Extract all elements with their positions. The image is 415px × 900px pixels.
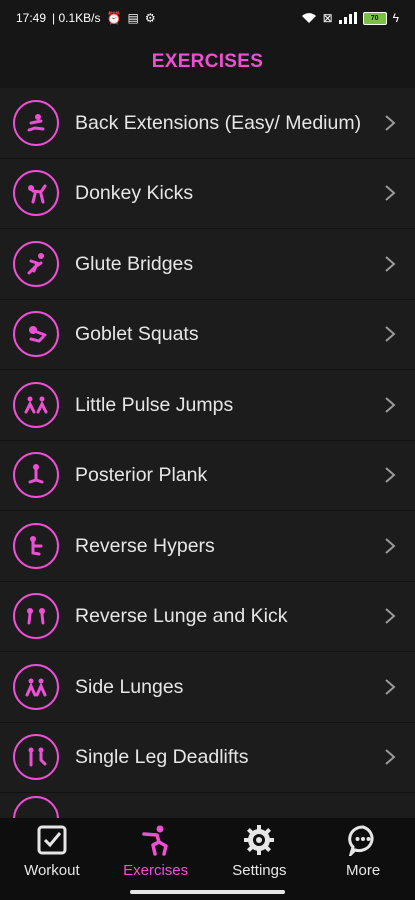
chevron-right-icon bbox=[383, 747, 397, 767]
chevron-right-icon bbox=[383, 324, 397, 344]
app-header: EXERCISES bbox=[0, 36, 415, 88]
chevron-right-icon bbox=[383, 113, 397, 133]
back-extension-figure-icon bbox=[13, 99, 59, 146]
settings-status-icon: ⚙ bbox=[144, 11, 156, 25]
exercise-row[interactable]: Goblet Squats bbox=[0, 299, 415, 370]
chevron-right-icon bbox=[383, 395, 397, 415]
exercise-label: Reverse Lunge and Kick bbox=[75, 605, 288, 628]
exercise-row[interactable]: Posterior Plank bbox=[0, 440, 415, 511]
goblet-squat-figure-icon bbox=[13, 311, 59, 358]
chevron-right-icon bbox=[383, 254, 397, 274]
reverse-hyper-figure-icon bbox=[13, 522, 59, 569]
nav-workout[interactable]: Workout bbox=[0, 818, 104, 884]
status-time: 17:49 bbox=[16, 11, 47, 25]
nav-exercises[interactable]: Exercises bbox=[104, 818, 208, 884]
nav-exercises-label: Exercises bbox=[123, 861, 189, 879]
chevron-right-icon bbox=[383, 465, 397, 485]
message-icon: ▤ bbox=[127, 11, 139, 25]
exercise-label: Back Extensions (Easy/ Medium) bbox=[75, 111, 362, 134]
single-leg-deadlift-figure-icon bbox=[13, 734, 59, 781]
exercise-label: Reverse Hypers bbox=[75, 534, 215, 557]
nav-workout-label: Workout bbox=[24, 861, 80, 879]
exercise-row[interactable]: Reverse Lunge and Kick bbox=[0, 581, 415, 652]
posterior-plank-figure-icon bbox=[13, 452, 59, 499]
bottom-nav: Workout Exercises Settings More bbox=[0, 818, 415, 884]
no-sim-icon: ⊠ bbox=[322, 11, 333, 25]
nav-settings[interactable]: Settings bbox=[208, 818, 312, 884]
nav-settings-label: Settings bbox=[232, 861, 287, 879]
exercise-row[interactable]: Glute Bridges bbox=[0, 229, 415, 300]
battery-icon: 70 bbox=[362, 11, 387, 25]
exercise-row[interactable]: Side Lunges bbox=[0, 652, 415, 723]
chevron-right-icon bbox=[383, 183, 397, 203]
exercise-row[interactable]: Reverse Hypers bbox=[0, 511, 415, 582]
exercise-label: Posterior Plank bbox=[75, 464, 208, 487]
status-right: ⊠ 70 ϟ bbox=[301, 11, 399, 25]
gear-icon bbox=[244, 824, 275, 855]
exercise-list[interactable]: Back Extensions (Easy/ Medium) Donkey Kic… bbox=[0, 88, 415, 818]
exercise-row-partial[interactable] bbox=[0, 793, 415, 818]
exercise-thumbnail-icon bbox=[13, 796, 59, 818]
home-indicator[interactable] bbox=[130, 890, 285, 894]
nav-more[interactable]: More bbox=[311, 818, 415, 884]
status-bar: 17:49 | 0.1KB/s ⏰ ▤ ⚙ ⊠ 70 ϟ bbox=[0, 0, 415, 36]
exercise-row[interactable]: Single Leg Deadlifts bbox=[0, 722, 415, 793]
exercise-label: Little Pulse Jumps bbox=[75, 393, 234, 416]
squat-figure-icon bbox=[141, 825, 168, 856]
exercise-label: Goblet Squats bbox=[75, 323, 199, 346]
exercise-label: Single Leg Deadlifts bbox=[75, 746, 249, 769]
donkey-kick-figure-icon bbox=[13, 170, 59, 217]
exercise-label: Donkey Kicks bbox=[75, 182, 194, 205]
nav-more-label: More bbox=[346, 861, 381, 879]
reverse-lunge-figure-icon bbox=[13, 593, 59, 640]
exercise-label: Glute Bridges bbox=[75, 252, 194, 275]
alarm-icon: ⏰ bbox=[106, 11, 122, 25]
exercise-row[interactable]: Back Extensions (Easy/ Medium) bbox=[0, 88, 415, 159]
chevron-right-icon bbox=[383, 606, 397, 626]
side-lunge-figure-icon bbox=[13, 663, 59, 710]
wifi-icon bbox=[301, 13, 316, 23]
charging-icon: ϟ bbox=[392, 11, 399, 25]
chevron-right-icon bbox=[383, 677, 397, 697]
exercise-row[interactable]: Little Pulse Jumps bbox=[0, 370, 415, 441]
page-title: EXERCISES bbox=[151, 51, 264, 72]
exercise-row[interactable]: Donkey Kicks bbox=[0, 158, 415, 229]
chevron-right-icon bbox=[383, 536, 397, 556]
signal-icon bbox=[338, 12, 357, 24]
network-speed: | 0.1KB/s bbox=[52, 11, 101, 25]
glute-bridge-figure-icon bbox=[13, 240, 59, 287]
pulse-jump-figure-icon bbox=[13, 381, 59, 428]
chat-bubble-icon bbox=[348, 824, 374, 856]
checkbox-icon bbox=[37, 825, 67, 854]
exercise-label: Side Lunges bbox=[75, 675, 184, 698]
gesture-bar bbox=[0, 884, 415, 900]
status-left: 17:49 | 0.1KB/s ⏰ ▤ ⚙ bbox=[16, 11, 156, 25]
